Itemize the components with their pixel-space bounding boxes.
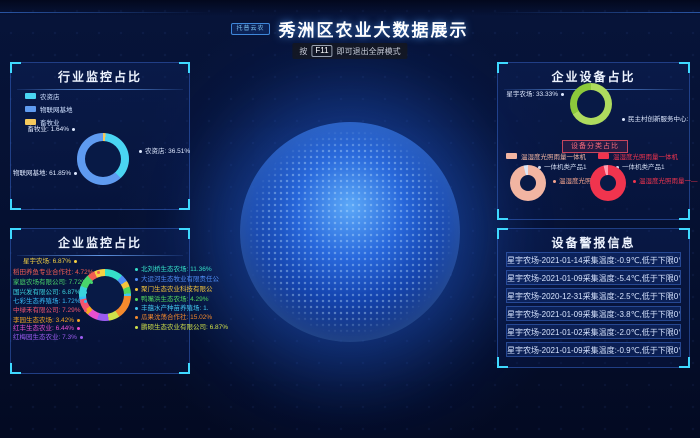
legend-item[interactable]: 农资店 [25, 91, 60, 101]
legend-item[interactable]: 温湿度光照雨量一体机 [598, 151, 678, 161]
donut-hole [600, 175, 616, 191]
chart-label: 北刘桥生态农场: 11.36% [135, 263, 212, 273]
alert-row: 星宇农场-2021-01-09采集温度:-5.4℃,低于下限0℃ [506, 270, 681, 285]
panel-title: 设备警报信息 [498, 234, 689, 251]
legend-label: 温湿度光照雨量一体机 [613, 151, 678, 161]
alert-list: 星宇农场-2021-01-14采集温度:-0.9℃,低于下限0℃ 星宇农场-20… [506, 252, 681, 360]
title-separator [17, 89, 183, 90]
chart-label: 星宇农场: 33.33% [500, 88, 564, 98]
f11-key-badge: F11 [311, 45, 332, 57]
dashboard: 托普云农 秀洲区农业大数据展示 按 F11 即可退出全屏模式 行业监控占比 农资… [0, 0, 700, 438]
panel-industry-ratio: 行业监控占比 农资店 物联网基地 畜牧业 畜牧业: 1.64% 农资店: 36.… [10, 62, 190, 210]
hint-suffix: 即可退出全屏模式 [337, 46, 401, 57]
top-decor-line-left [0, 12, 210, 13]
chart-label: 一体机类产品1 [538, 161, 587, 171]
device-donut-chart[interactable] [570, 83, 612, 125]
panel-title: 企业监控占比 [11, 234, 189, 251]
legend-label: 农资店 [40, 91, 60, 101]
page-title: 秀洲区农业大数据展示 [279, 16, 469, 41]
alert-row: 星宇农场-2021-01-09采集温度:-0.9℃,低于下限0℃ [506, 342, 681, 357]
chart-label: 红梅园生态农业: 7.3% [13, 331, 77, 341]
panel-title: 行业监控占比 [11, 68, 189, 85]
fullscreen-hint-tooltip: 按 F11 即可退出全屏模式 [292, 43, 407, 59]
chart-label: 畜牧业: 1.64% [13, 123, 75, 133]
chart-label: 民主村创新服务中心: [622, 113, 688, 123]
alert-row: 星宇农场-2021-01-09采集温度:-3.8℃,低于下限0℃ [506, 306, 681, 321]
chart-label: 星宇农场: 6.87% [13, 255, 77, 265]
top-decor-line-right [490, 12, 700, 13]
chart-label: 一体机类产品1 [616, 161, 665, 171]
donut-hole [577, 90, 605, 118]
industry-donut-chart[interactable] [77, 133, 129, 185]
legend-swatch [25, 106, 36, 112]
chart-label: 聚门生态农业科技有限公 [135, 283, 213, 293]
header: 托普云农 秀洲区农业大数据展示 [0, 16, 700, 41]
chart-label: 稻田养鱼专业合作社: 4.72% [13, 266, 77, 276]
category-donut-chart-left[interactable] [510, 165, 546, 201]
panel-enterprise-ratio: 企业监控占比 星宇农场: 6.87% 稻田养鱼专业合作社: 4.72% 家庭农场… [10, 228, 190, 374]
alert-row: 星宇农场-2020-12-31采集温度:-2.5℃,低于下限0℃ [506, 288, 681, 303]
brand-logo: 托普云农 [231, 23, 269, 35]
legend-swatch [506, 153, 517, 159]
globe-visual [240, 122, 460, 342]
legend-item[interactable]: 温湿度光照雨量一体机 [506, 151, 586, 161]
chart-label: 中绿禾有限公司: 7.29% [13, 304, 77, 314]
alert-row: 星宇农场-2021-01-02采集温度:-2.0℃,低于下限0℃ [506, 324, 681, 339]
chart-label: 瓜果沈荡合作社: 15.02% [135, 311, 212, 321]
chart-label: 大运河生态牧业有限责任公 [135, 273, 219, 283]
chart-label: 温湿度光照雨量一— [633, 175, 698, 185]
panel-device-alerts: 设备警报信息 星宇农场-2021-01-14采集温度:-0.9℃,低于下限0℃ … [497, 228, 690, 368]
donut-hole [85, 141, 121, 177]
chart-label: 农资店: 36.51% [139, 145, 190, 155]
enterprise-donut-chart[interactable] [79, 269, 131, 321]
top-band [0, 0, 700, 16]
legend-label: 物联网基地 [40, 104, 73, 114]
chart-label: 家庭农场有限公司: 7.72% [13, 276, 77, 286]
donut-hole [520, 175, 536, 191]
legend-swatch [25, 93, 36, 99]
legend-swatch [598, 153, 609, 159]
alert-row: 星宇农场-2021-01-14采集温度:-0.9℃,低于下限0℃ [506, 252, 681, 267]
category-donut-chart-right[interactable] [590, 165, 626, 201]
hint-prefix: 按 [299, 46, 307, 57]
panel-device-ratio: 企业设备占比 星宇农场: 33.33% 民主村创新服务中心: 设备分类占比 温湿… [497, 62, 690, 220]
chart-label: 鹏硕生态农业有限公司: 6.87% [135, 321, 228, 331]
chart-label: 物联网基地: 61.85% [13, 167, 75, 177]
legend-item[interactable]: 物联网基地 [25, 104, 73, 114]
globe-dot-map [248, 130, 452, 334]
legend-label: 温湿度光照雨量一体机 [521, 151, 586, 161]
